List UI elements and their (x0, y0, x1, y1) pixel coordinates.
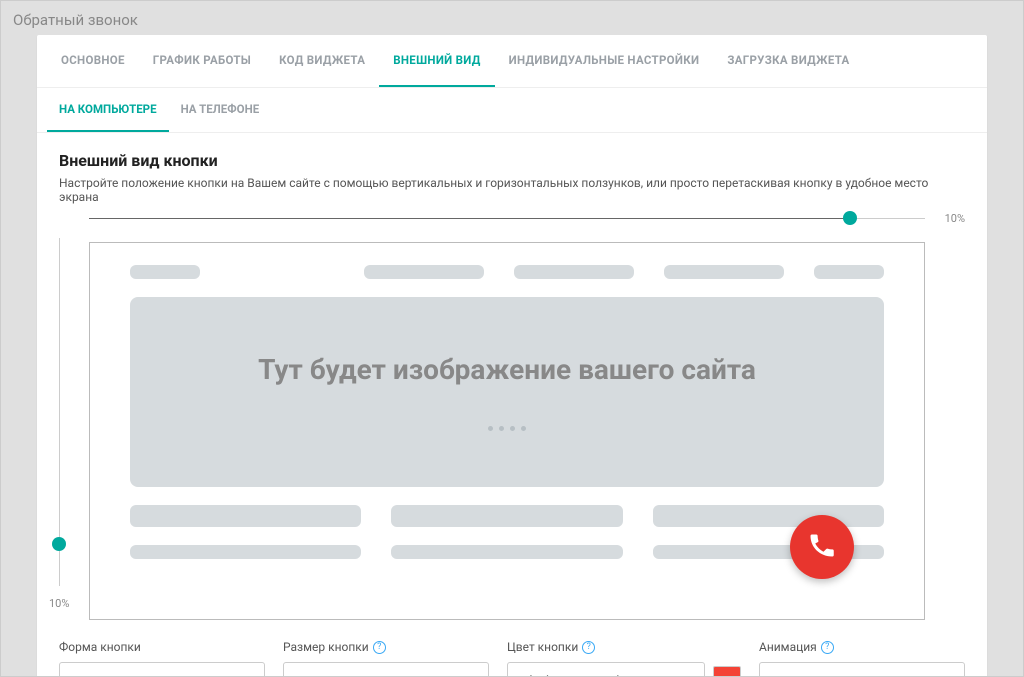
app-frame: Обратный звонок ОСНОВНОЕ ГРАФИК РАБОТЫ К… (0, 0, 1024, 677)
vertical-slider-track[interactable] (59, 238, 60, 586)
skeleton-dots (488, 426, 526, 431)
animation-label-text: Анимация (759, 640, 817, 654)
skeleton (130, 545, 361, 559)
skeleton-row (130, 505, 884, 527)
color-swatch[interactable] (713, 666, 741, 677)
shape-select[interactable]: Круглая (59, 662, 265, 677)
tab-appearance[interactable]: ВНЕШНИЙ ВИД (379, 35, 494, 87)
animation-select[interactable]: Без анимации (759, 662, 965, 677)
skeleton (364, 265, 484, 279)
horizontal-slider-thumb[interactable] (843, 211, 857, 225)
tab-schedule[interactable]: ГРАФИК РАБОТЫ (139, 35, 265, 87)
skeleton (130, 265, 200, 279)
control-animation: Анимация ? Без анимации (759, 640, 965, 677)
skeleton-row (130, 545, 884, 559)
skeleton-row (130, 265, 884, 279)
help-icon[interactable]: ? (821, 641, 834, 654)
shape-label-text: Форма кнопки (59, 640, 141, 654)
animation-label: Анимация ? (759, 640, 965, 654)
size-label: Размер кнопки ? (283, 640, 489, 654)
preview-area: 10% 10% Тут будет изображение (59, 218, 965, 620)
skeleton (814, 265, 884, 279)
skeleton (391, 545, 622, 559)
horizontal-slider-fill (89, 218, 850, 219)
skeleton (391, 505, 622, 527)
skeleton-hero: Тут будет изображение вашего сайта (130, 297, 884, 487)
color-label: Цвет кнопки ? (507, 640, 741, 654)
settings-card: ОСНОВНОЕ ГРАФИК РАБОТЫ КОД ВИДЖЕТА ВНЕШН… (37, 35, 987, 677)
section-title: Внешний вид кнопки (59, 151, 965, 170)
skeleton (664, 265, 784, 279)
control-color: Цвет кнопки ? (507, 640, 741, 677)
tab-individual[interactable]: ИНДИВИДУАЛЬНЫЕ НАСТРОЙКИ (495, 35, 714, 87)
help-icon[interactable]: ? (582, 641, 595, 654)
callback-widget-button[interactable] (790, 515, 854, 579)
skeleton (514, 265, 634, 279)
tab-widget-load[interactable]: ЗАГРУЗКА ВИДЖЕТА (713, 35, 863, 87)
tab-basic[interactable]: ОСНОВНОЕ (47, 35, 139, 87)
color-input[interactable] (507, 662, 705, 677)
subtab-desktop[interactable]: НА КОМПЬЮТЕРЕ (47, 88, 169, 132)
tabs-sub: НА КОМПЬЮТЕРЕ НА ТЕЛЕФОНЕ (37, 88, 987, 133)
site-preview-box: Тут будет изображение вашего сайта (89, 242, 925, 620)
preview-placeholder-text: Тут будет изображение вашего сайта (258, 353, 756, 386)
horizontal-slider-label: 10% (945, 212, 965, 225)
horizontal-slider-track[interactable] (89, 218, 925, 219)
tab-widget-code[interactable]: КОД ВИДЖЕТА (265, 35, 379, 87)
color-label-text: Цвет кнопки (507, 640, 578, 654)
section-desc: Настройте положение кнопки на Вашем сайт… (59, 176, 965, 204)
shape-label: Форма кнопки (59, 640, 265, 654)
control-shape: Форма кнопки Круглая (59, 640, 265, 677)
phone-icon (807, 530, 837, 564)
help-icon[interactable]: ? (373, 641, 386, 654)
size-label-text: Размер кнопки (283, 640, 369, 654)
skeleton (130, 505, 361, 527)
tabs-main: ОСНОВНОЕ ГРАФИК РАБОТЫ КОД ВИДЖЕТА ВНЕШН… (37, 35, 987, 88)
skeleton (653, 505, 884, 527)
subtab-phone[interactable]: НА ТЕЛЕФОНЕ (169, 88, 272, 132)
control-size: Размер кнопки ? Большая (283, 640, 489, 677)
content: Внешний вид кнопки Настройте положение к… (37, 133, 987, 677)
controls-row: Форма кнопки Круглая Размер кнопки ? Бол… (59, 640, 965, 677)
size-select[interactable]: Большая (283, 662, 489, 677)
page-title: Обратный звонок (1, 1, 1023, 35)
vertical-slider-thumb[interactable] (52, 537, 66, 551)
vertical-slider-label: 10% (49, 597, 69, 610)
